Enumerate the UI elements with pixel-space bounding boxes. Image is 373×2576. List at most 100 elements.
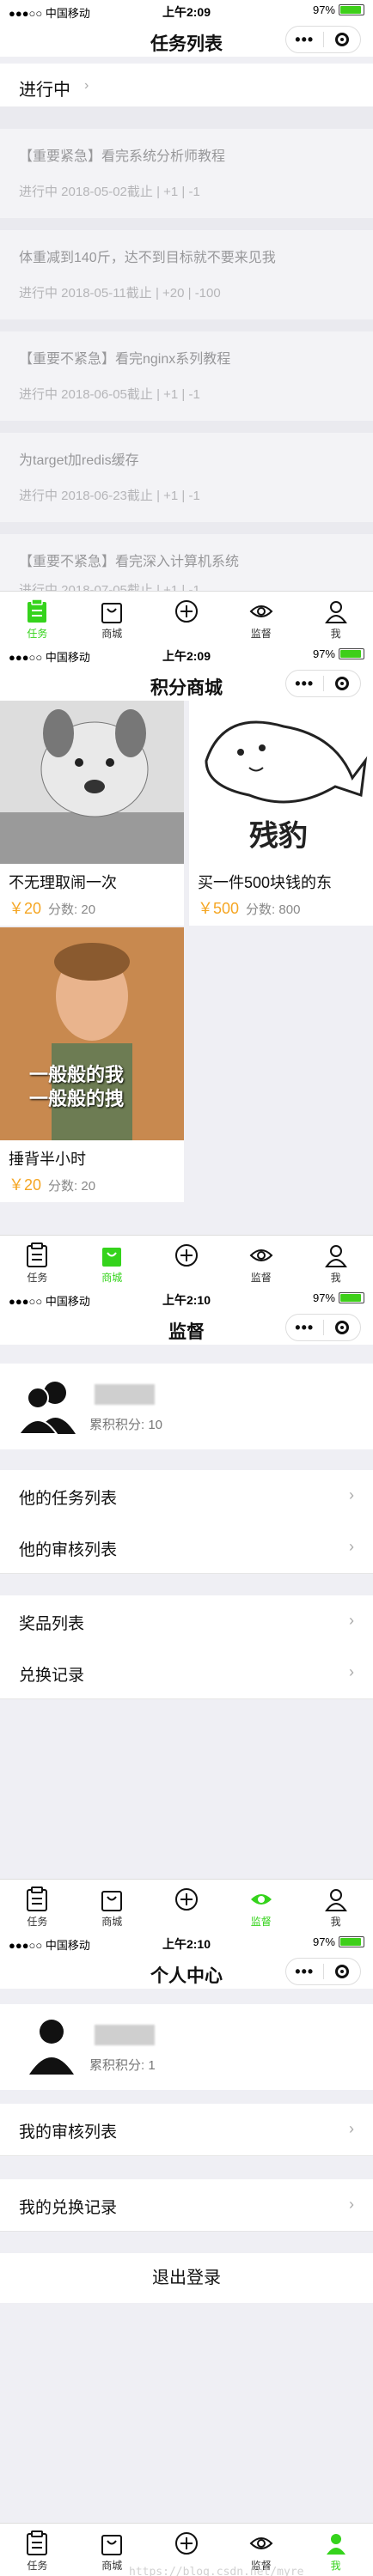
tab-label: 任务 [27,1272,48,1284]
tab-supervise[interactable]: 监督 [223,1880,298,1932]
battery-icon [339,1292,364,1303]
tab-bar: 任务 商城 监督 我 [0,1235,373,1288]
tab-label: 我 [330,628,341,640]
close-button[interactable] [323,1965,360,1978]
product-price: ￥500 分数: 800 [189,893,373,926]
tab-tasks[interactable]: 任务 [0,1880,75,1932]
more-button[interactable]: ••• [286,675,323,693]
tab-label: 商城 [101,1272,123,1284]
tab-label: 商城 [101,2560,123,2572]
avatar-icon [29,2020,74,2075]
chevron-right-icon: › [349,1612,354,1629]
tab-label: 商城 [101,628,123,640]
task-item[interactable]: 【重要不紧急】看完nginx系列教程 进行中 2018-06-05截止 | +1… [0,331,373,421]
row-his-tasks[interactable]: 他的任务列表 › [0,1470,373,1522]
tab-label: 任务 [27,2560,48,2572]
more-button[interactable]: ••• [286,31,323,49]
chevron-right-icon: › [349,2196,354,2213]
task-item[interactable]: 为target加redis缓存 进行中 2018-06-23截止 | +1 | … [0,433,373,522]
tab-tasks[interactable]: 任务 [0,592,75,644]
my-profile: 累积积分: 1 [0,2004,373,2090]
screen-personal-center: ●●●○○ 中国移动 上午2:10 97% 个人中心 ••• 累积积分: 1 我… [0,1932,373,2576]
eye-icon [248,1241,274,1270]
row-exchange-records[interactable]: 兑换记录 › [0,1647,373,1699]
task-title: 【重要紧急】看完系统分析师教程 [19,149,226,164]
row-my-exchanges[interactable]: 我的兑换记录 › [0,2179,373,2232]
task-meta: 进行中 2018-06-05截止 | +1 | -1 [19,387,200,402]
tasks-icon [25,2529,49,2558]
score-value: 分数: 20 [48,902,96,917]
battery-icon [339,1936,364,1947]
close-button[interactable] [323,33,360,46]
chevron-right-icon: › [349,1663,354,1680]
tab-me[interactable]: 我 [298,2524,373,2576]
product-name: 捶背半小时 [9,1151,86,1168]
tab-shop[interactable]: 商城 [75,1236,150,1288]
tab-tasks[interactable]: 任务 [0,2524,75,2576]
tab-label: 监督 [250,1916,272,1928]
tab-me[interactable]: 我 [298,592,373,644]
product-card[interactable]: 一般般的我 一般般的拽 捶背半小时 ￥20 分数: 20 [0,927,184,1202]
more-button[interactable]: ••• [286,1963,323,1981]
meme-caption: 一般般的我 一般般的拽 [29,1064,125,1109]
task-title: 【重要不紧急】看完nginx系列教程 [19,352,231,367]
score-value: 分数: 800 [246,902,301,917]
row-my-reviews[interactable]: 我的审核列表 › [0,2104,373,2156]
my-name-blurred [95,2025,155,2045]
row-label: 我的兑换记录 [19,2199,118,2217]
navbar: 监督 ••• [0,1309,373,1345]
navbar: 任务列表 ••• [0,21,373,57]
tab-add[interactable] [150,1880,224,1932]
mini-program-capsule: ••• [285,1958,361,1985]
row-label: 他的审核列表 [19,1541,118,1559]
tab-label: 我 [330,1916,341,1928]
tab-label: 监督 [250,628,272,640]
add-circle-icon [174,1241,199,1270]
row-prizes[interactable]: 奖品列表 › [0,1595,373,1648]
task-meta: 进行中 2018-05-11截止 | +20 | -100 [19,286,221,301]
product-image-seal: 残豹 [189,701,373,864]
product-card[interactable]: 残豹 买一件500块钱的东 ￥500 分数: 800 [189,701,373,926]
logout-button[interactable]: 退出登录 [0,2253,373,2303]
task-title: 体重减到140斤，达不到目标就不要来见我 [19,251,276,265]
tab-shop[interactable]: 商城 [75,592,150,644]
more-button[interactable]: ••• [286,1319,323,1337]
tab-add[interactable] [150,1236,224,1288]
tab-supervise[interactable]: 监督 [223,592,298,644]
price-value: ￥20 [9,1176,42,1194]
row-label: 我的审核列表 [19,2123,118,2142]
close-button[interactable] [323,1321,360,1334]
status-filter[interactable]: 进行中 › [0,57,373,106]
close-ring-icon [334,677,349,690]
mini-program-capsule: ••• [285,1314,361,1341]
battery-percent: 97% [312,1935,335,1948]
task-item[interactable]: 【重要不紧急】看完深入计算机系统 进行中 2018-07-05截止 | +1 |… [0,534,373,591]
battery-percent: 97% [312,3,335,16]
task-title: 【重要不紧急】看完深入计算机系统 [19,555,240,569]
chevron-right-icon: › [84,78,89,93]
task-item[interactable]: 【重要紧急】看完系统分析师教程 进行中 2018-05-02截止 | +1 | … [0,129,373,218]
battery: 97% [313,3,364,16]
task-item[interactable]: 体重减到140斤，达不到目标就不要来见我 进行中 2018-05-11截止 | … [0,230,373,319]
navbar: 积分商城 ••• [0,665,373,701]
tab-me[interactable]: 我 [298,1880,373,1932]
tab-add[interactable] [150,592,224,644]
close-ring-icon [334,33,349,46]
tab-supervise[interactable]: 监督 [223,1236,298,1288]
product-card[interactable]: 不无理取闹一次 ￥20 分数: 20 [0,701,184,926]
tab-tasks[interactable]: 任务 [0,1236,75,1288]
chevron-right-icon: › [349,1538,354,1555]
tab-me[interactable]: 我 [298,1236,373,1288]
filter-label: 进行中 [19,81,70,100]
product-price: ￥20 分数: 20 [0,893,184,926]
task-meta: 进行中 2018-07-05截止 | +1 | -1 [19,583,200,591]
tab-label: 任务 [27,628,48,640]
task-meta: 进行中 2018-05-02截止 | +1 | -1 [19,185,200,199]
close-button[interactable] [323,677,360,690]
tab-shop[interactable]: 商城 [75,1880,150,1932]
row-his-reviews[interactable]: 他的审核列表 › [0,1522,373,1574]
price-value: ￥20 [9,900,42,917]
tasks-icon [25,1885,49,1914]
partner-name-blurred [95,1384,155,1405]
shopping-bag-icon [100,1241,124,1270]
